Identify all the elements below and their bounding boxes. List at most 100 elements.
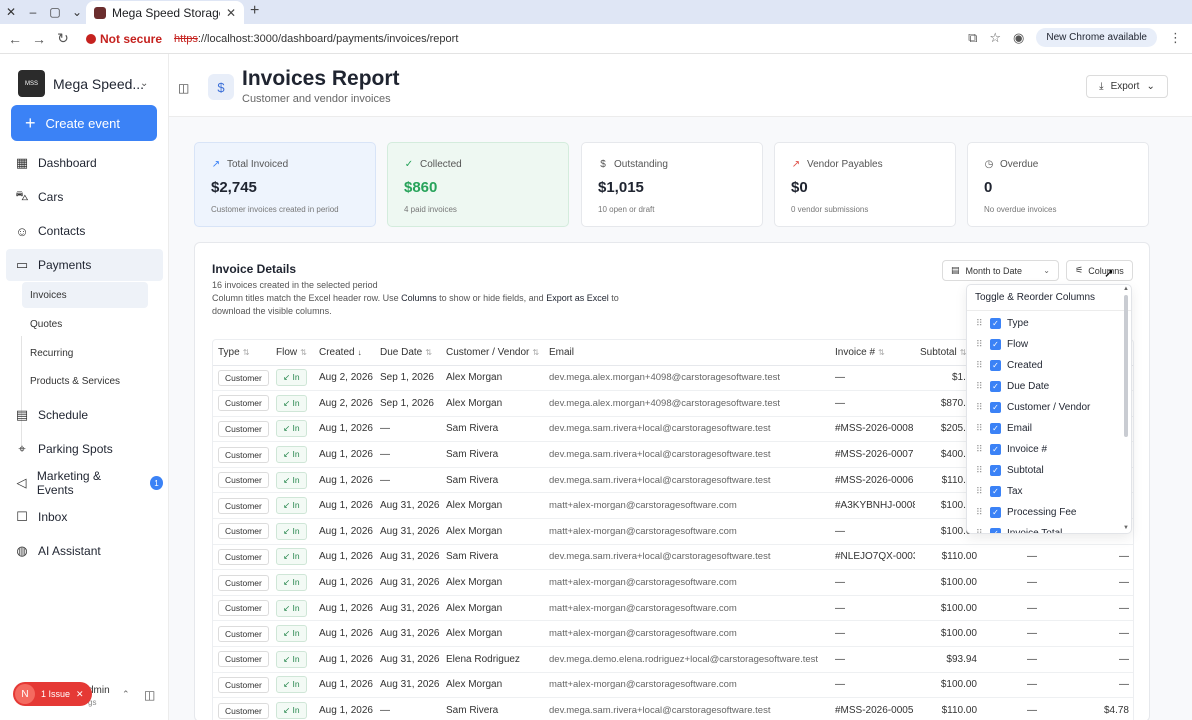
column-toggle-item[interactable]: ⠿ ✓ Flow: [967, 334, 1125, 355]
table-row[interactable]: Customer ↙ In Aug 1, 2026 Aug 31, 2026 Alex …: [213, 595, 1133, 622]
checkbox-checked-icon[interactable]: ✓: [990, 318, 1001, 329]
browser-tab[interactable]: Mega Speed Storage ✕: [86, 1, 244, 24]
dashboard-icon: ▦: [15, 155, 29, 170]
maximize-window-icon[interactable]: ▢: [44, 1, 66, 23]
type-tag: Customer: [218, 369, 269, 386]
drag-handle-icon[interactable]: ⠿: [976, 360, 984, 371]
column-toggle-item[interactable]: ⠿ ✓ Due Date: [967, 376, 1125, 397]
export-button[interactable]: ⤓ Export ⌄: [1086, 75, 1168, 98]
drag-handle-icon[interactable]: ⠿: [976, 465, 984, 476]
chevron-up-icon[interactable]: ⌃: [122, 689, 130, 700]
tab-list-chevron-icon[interactable]: ⌄: [66, 1, 88, 23]
checkbox-checked-icon[interactable]: ✓: [990, 381, 1001, 392]
customer-cell: Sam Rivera: [441, 416, 544, 443]
sidebar-subitem-invoices[interactable]: Invoices: [22, 282, 148, 308]
column-toggle-popover[interactable]: Toggle & Reorder Columns ▲ ▼ ⠿ ✓ Type ⠿ ✓ Flo…: [966, 284, 1132, 534]
invoice-number-cell: —: [830, 672, 915, 699]
column-header-created[interactable]: Created ↓: [314, 340, 375, 366]
checkbox-checked-icon[interactable]: ✓: [990, 423, 1001, 434]
drag-handle-icon[interactable]: ⠿: [976, 528, 984, 533]
sidebar-subitem-products[interactable]: Products & Services: [22, 368, 148, 394]
invoice-number-cell: #MSS-2026-0008: [830, 416, 915, 443]
security-indicator[interactable]: Not secure: [86, 32, 162, 46]
checkbox-checked-icon[interactable]: ✓: [990, 402, 1001, 413]
table-row[interactable]: Customer ↙ In Aug 1, 2026 Aug 31, 2026 Alex …: [213, 672, 1133, 699]
table-row[interactable]: Customer ↙ In Aug 1, 2026 Aug 31, 2026 Alex …: [213, 569, 1133, 596]
url-text[interactable]: https://localhost:3000/dashboard/payment…: [174, 33, 458, 45]
column-toggle-item[interactable]: ⠿ ✓ Email: [967, 418, 1125, 439]
chevron-down-icon[interactable]: ⌄: [140, 78, 148, 89]
cast-icon[interactable]: ⧉: [968, 30, 977, 46]
date-range-select[interactable]: ▤ Month to Date ⌄: [942, 260, 1059, 281]
column-toggle-item[interactable]: ⠿ ✓ Tax: [967, 481, 1125, 502]
column-header-invoice-number[interactable]: Invoice # ⇅: [830, 340, 915, 366]
column-header-email[interactable]: Email: [544, 340, 830, 366]
drag-handle-icon[interactable]: ⠿: [976, 339, 984, 350]
column-toggle-item[interactable]: ⠿ ✓ Subtotal: [967, 460, 1125, 481]
column-toggle-item[interactable]: ⠿ ✓ Invoice #: [967, 439, 1125, 460]
table-row[interactable]: Customer ↙ In Aug 1, 2026 Aug 31, 2026 Sam R…: [213, 544, 1133, 571]
drag-handle-icon[interactable]: ⠿: [976, 423, 984, 434]
sidebar-item-parking[interactable]: ⌖ Parking Spots: [6, 433, 163, 465]
drag-handle-icon[interactable]: ⠿: [976, 318, 984, 329]
close-window-icon[interactable]: ✕: [0, 1, 22, 23]
created-cell: Aug 1, 2026: [314, 672, 375, 699]
type-tag: Customer: [218, 574, 269, 591]
forward-icon[interactable]: →: [27, 31, 51, 47]
omnibox[interactable]: Not secure https://localhost:3000/dashbo…: [80, 27, 1040, 51]
table-row[interactable]: Customer ↙ In Aug 1, 2026 Aug 31, 2026 Elena…: [213, 646, 1133, 673]
sidebar-collapse-icon[interactable]: ◫: [144, 688, 155, 702]
brand-switcher[interactable]: MSS Mega Speed...: [18, 70, 144, 97]
sidebar-subitem-recurring[interactable]: Recurring: [22, 340, 148, 366]
checkbox-checked-icon[interactable]: ✓: [990, 507, 1001, 518]
checkbox-checked-icon[interactable]: ✓: [990, 486, 1001, 497]
column-toggle-item[interactable]: ⠿ ✓ Processing Fee: [967, 502, 1125, 523]
inbox-icon: ☐: [16, 509, 28, 524]
back-icon[interactable]: ←: [3, 31, 27, 47]
table-row[interactable]: Customer ↙ In Aug 1, 2026 Aug 31, 2026 Alex …: [213, 620, 1133, 648]
checkbox-checked-icon[interactable]: ✓: [990, 465, 1001, 476]
issues-indicator[interactable]: N 1 Issue ✕: [13, 682, 92, 706]
checkbox-checked-icon[interactable]: ✓: [990, 360, 1001, 371]
sidebar-item-cars[interactable]: ⛍ Cars: [6, 181, 163, 213]
column-header-flow[interactable]: Flow ⇅: [271, 340, 314, 366]
sidebar-item-schedule[interactable]: ▤ Schedule: [6, 399, 163, 431]
sidebar-item-contacts[interactable]: ☺ Contacts: [6, 215, 163, 247]
column-header-customer[interactable]: Customer / Vendor ⇅: [441, 340, 544, 366]
bookmark-star-icon[interactable]: ☆: [989, 30, 1001, 46]
reload-icon[interactable]: ↻: [51, 30, 75, 47]
column-toggle-item[interactable]: ⠿ ✓ Invoice Total: [967, 523, 1125, 533]
sidebar-item-payments[interactable]: ▭ Payments: [6, 249, 163, 281]
checkbox-checked-icon[interactable]: ✓: [990, 339, 1001, 350]
checkbox-checked-icon[interactable]: ✓: [990, 528, 1001, 533]
sidebar-item-dashboard[interactable]: ▦ Dashboard: [6, 147, 163, 179]
checkbox-checked-icon[interactable]: ✓: [990, 444, 1001, 455]
column-toggle-item[interactable]: ⠿ ✓ Customer / Vendor: [967, 397, 1125, 418]
profile-icon[interactable]: ◉: [1013, 30, 1024, 46]
columns-button[interactable]: ⚟ Columns: [1066, 260, 1133, 281]
sidebar-subitem-quotes[interactable]: Quotes: [22, 311, 148, 337]
column-header-due-date[interactable]: Due Date ⇅: [375, 340, 441, 366]
drag-handle-icon[interactable]: ⠿: [976, 444, 984, 455]
column-header-type[interactable]: Type ⇅: [213, 340, 271, 366]
sidebar-item-ai-assistant[interactable]: ◍ AI Assistant: [6, 535, 163, 567]
drag-handle-icon[interactable]: ⠿: [976, 402, 984, 413]
new-tab-icon[interactable]: +: [250, 2, 259, 20]
browser-toolbar-right: ⧉ ☆ ◉ New Chrome available ⋮: [968, 28, 1182, 47]
new-chrome-button[interactable]: New Chrome available: [1036, 28, 1157, 47]
drag-handle-icon[interactable]: ⠿: [976, 507, 984, 518]
scroll-up-icon[interactable]: ▲: [1123, 286, 1129, 292]
table-row[interactable]: Customer ↙ In Aug 1, 2026— Sam Rivera dev.me…: [213, 697, 1133, 720]
browser-menu-icon[interactable]: ⋮: [1169, 30, 1182, 46]
drag-handle-icon[interactable]: ⠿: [976, 381, 984, 392]
column-toggle-item[interactable]: ⠿ ✓ Type: [967, 313, 1125, 334]
create-event-button[interactable]: + Create event: [11, 105, 157, 141]
sidebar-item-marketing[interactable]: ◁ Marketing & Events 1: [6, 467, 164, 499]
tab-close-icon[interactable]: ✕: [226, 6, 236, 20]
minimize-window-icon[interactable]: –: [22, 1, 44, 23]
column-toggle-item[interactable]: ⠿ ✓ Created: [967, 355, 1125, 376]
drag-handle-icon[interactable]: ⠿: [976, 486, 984, 497]
panel-toggle-icon[interactable]: ◫: [178, 81, 189, 95]
sidebar-item-inbox[interactable]: ☐ Inbox: [6, 501, 163, 533]
close-icon[interactable]: ✕: [76, 689, 84, 700]
